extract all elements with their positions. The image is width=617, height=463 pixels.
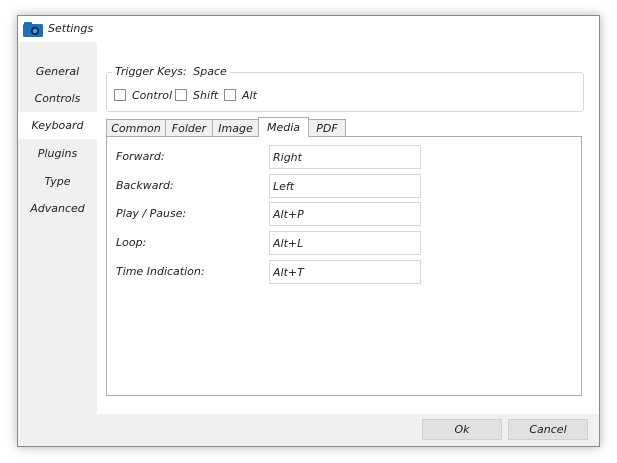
- sidebar-item-general[interactable]: General: [18, 58, 97, 85]
- sidebar: General Controls Keyboard Plugins Type A…: [18, 42, 97, 414]
- trigger-keys-value: Space: [193, 65, 227, 78]
- tab-strip: Common Folder Image Media PDF: [106, 117, 582, 137]
- shift-checkbox-box[interactable]: [175, 89, 187, 101]
- trigger-keys-label: Trigger Keys:: [115, 65, 187, 78]
- trigger-keys-group: Trigger Keys: Space Control Shift Alt: [106, 65, 584, 112]
- media-tab-panel: Forward: Backward: Play / Pause: Loop: T…: [106, 136, 582, 396]
- time-indication-hotkey-input[interactable]: [269, 260, 421, 284]
- shift-checkbox[interactable]: Shift: [175, 89, 218, 103]
- play-pause-label: Play / Pause:: [116, 207, 187, 220]
- loop-label: Loop:: [116, 236, 147, 249]
- tab-folder[interactable]: Folder: [165, 119, 213, 136]
- sidebar-item-plugins[interactable]: Plugins: [18, 140, 97, 167]
- alt-checkbox[interactable]: Alt: [224, 89, 257, 103]
- tab-media[interactable]: Media: [258, 117, 309, 137]
- sidebar-item-type[interactable]: Type: [18, 168, 97, 195]
- control-checkbox-label: Control: [132, 89, 173, 102]
- sidebar-item-advanced[interactable]: Advanced: [18, 195, 97, 222]
- camera-folder-icon: [23, 22, 43, 37]
- tab-common[interactable]: Common: [106, 119, 166, 136]
- window-title: Settings: [48, 22, 94, 35]
- sidebar-item-controls[interactable]: Controls: [18, 85, 97, 112]
- ok-button[interactable]: Ok: [422, 419, 502, 440]
- keyboard-settings-panel: Trigger Keys: Space Control Shift Alt Co…: [97, 42, 599, 414]
- tab-image[interactable]: Image: [212, 119, 259, 136]
- backward-hotkey-input[interactable]: [269, 174, 421, 198]
- alt-checkbox-box[interactable]: [224, 89, 236, 101]
- control-checkbox-box[interactable]: [114, 89, 126, 101]
- backward-label: Backward:: [116, 179, 174, 192]
- time-indication-label: Time Indication:: [116, 265, 205, 278]
- cancel-button[interactable]: Cancel: [508, 419, 588, 440]
- control-checkbox[interactable]: Control: [114, 89, 172, 103]
- alt-checkbox-label: Alt: [242, 89, 257, 102]
- shift-checkbox-label: Shift: [193, 89, 219, 102]
- settings-window: Settings General Controls Keyboard Plugi…: [17, 15, 600, 447]
- trigger-keys-legend: Trigger Keys: Space: [112, 65, 230, 78]
- title-bar[interactable]: Settings: [18, 16, 599, 42]
- forward-label: Forward:: [116, 150, 165, 163]
- play-pause-hotkey-input[interactable]: [269, 202, 421, 226]
- tab-pdf[interactable]: PDF: [308, 119, 346, 136]
- loop-hotkey-input[interactable]: [269, 231, 421, 255]
- forward-hotkey-input[interactable]: [269, 145, 421, 169]
- sidebar-item-keyboard[interactable]: Keyboard: [18, 112, 97, 139]
- dialog-footer: Ok Cancel: [18, 414, 599, 446]
